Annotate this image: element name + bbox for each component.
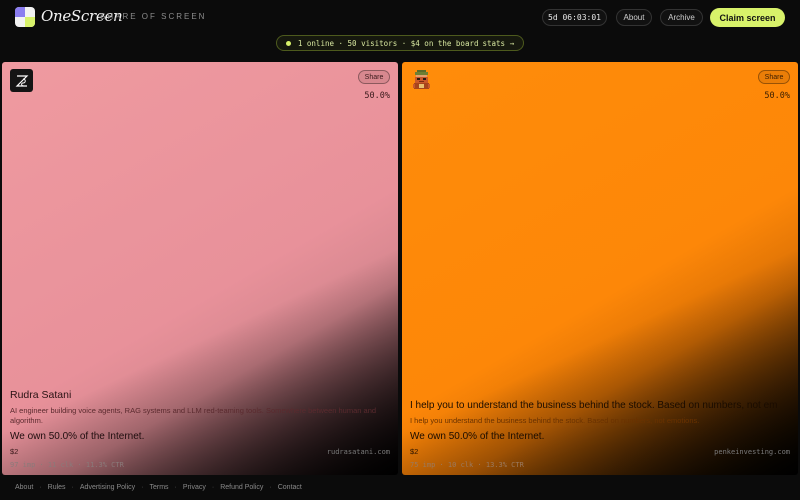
ad-price: $2: [410, 447, 419, 456]
footer-link-contact[interactable]: Contact: [278, 484, 302, 491]
claim-screen-button[interactable]: Claim screen: [710, 8, 785, 27]
nav-archive-link[interactable]: Archive: [660, 9, 703, 26]
separator: ·: [71, 484, 74, 491]
ad-title: I help you to understand the business be…: [410, 400, 778, 411]
ad-panel-right[interactable]: Share 50.0% I help you to understand the…: [402, 62, 798, 475]
top-header: OneScreen SHARE OF SCREEN 5d 06:03:01 Ab…: [0, 0, 800, 34]
share-percentage: 50.0%: [764, 91, 790, 101]
footer-links: About · Rules · Advertising Policy · Ter…: [15, 484, 302, 491]
ad-description: I help you understand the business behin…: [410, 416, 700, 425]
pixel-character-icon: [410, 69, 433, 92]
logo-icon[interactable]: [15, 7, 35, 27]
tagline: SHARE OF SCREEN: [100, 12, 207, 21]
ad-domain-link[interactable]: rudrasatani.com: [327, 448, 390, 456]
separator: ·: [269, 484, 272, 491]
share-percentage: 50.0%: [364, 91, 390, 101]
ad-price: $2: [10, 447, 19, 456]
footer-link-terms[interactable]: Terms: [149, 484, 168, 491]
share-button[interactable]: Share: [358, 70, 390, 84]
ad-domain-link[interactable]: penkeinvesting.com: [714, 448, 790, 456]
footer-link-advertising-policy[interactable]: Advertising Policy: [80, 484, 135, 491]
footer-link-refund-policy[interactable]: Refund Policy: [220, 484, 263, 491]
stats-text: 1 online · 50 visitors · $4 on the board: [297, 38, 479, 48]
ad-metrics: 97 imp · 11 clk · 11.3% CTR: [10, 461, 124, 469]
stats-link[interactable]: stats →: [483, 39, 515, 48]
ad-panel-left[interactable]: Share 50.0% Rudra Satani AI engineer bui…: [2, 62, 398, 475]
share-button[interactable]: Share: [758, 70, 790, 84]
separator: ·: [174, 484, 177, 491]
ad-ownership-text: We own 50.0% of the Internet.: [10, 431, 145, 442]
ad-metrics: 75 imp · 10 clk · 13.3% CTR: [410, 461, 524, 469]
separator: ·: [141, 484, 144, 491]
footer-link-about[interactable]: About: [15, 484, 33, 491]
user-monogram-icon: [10, 69, 33, 92]
footer-link-rules[interactable]: Rules: [48, 484, 66, 491]
ad-description: AI engineer building voice agents, RAG s…: [10, 406, 377, 425]
nav-about-link[interactable]: About: [616, 9, 652, 26]
ad-ownership-text: We own 50.0% of the Internet.: [410, 431, 545, 442]
separator: ·: [211, 484, 215, 491]
countdown-timer: 5d 06:03:01: [542, 9, 607, 26]
separator: ·: [39, 484, 42, 491]
footer-link-privacy[interactable]: Privacy: [183, 484, 206, 491]
ad-title: Rudra Satani: [10, 389, 72, 401]
online-dot-icon: [285, 40, 291, 46]
stats-banner[interactable]: 1 online · 50 visitors · $4 on the board…: [276, 35, 524, 51]
